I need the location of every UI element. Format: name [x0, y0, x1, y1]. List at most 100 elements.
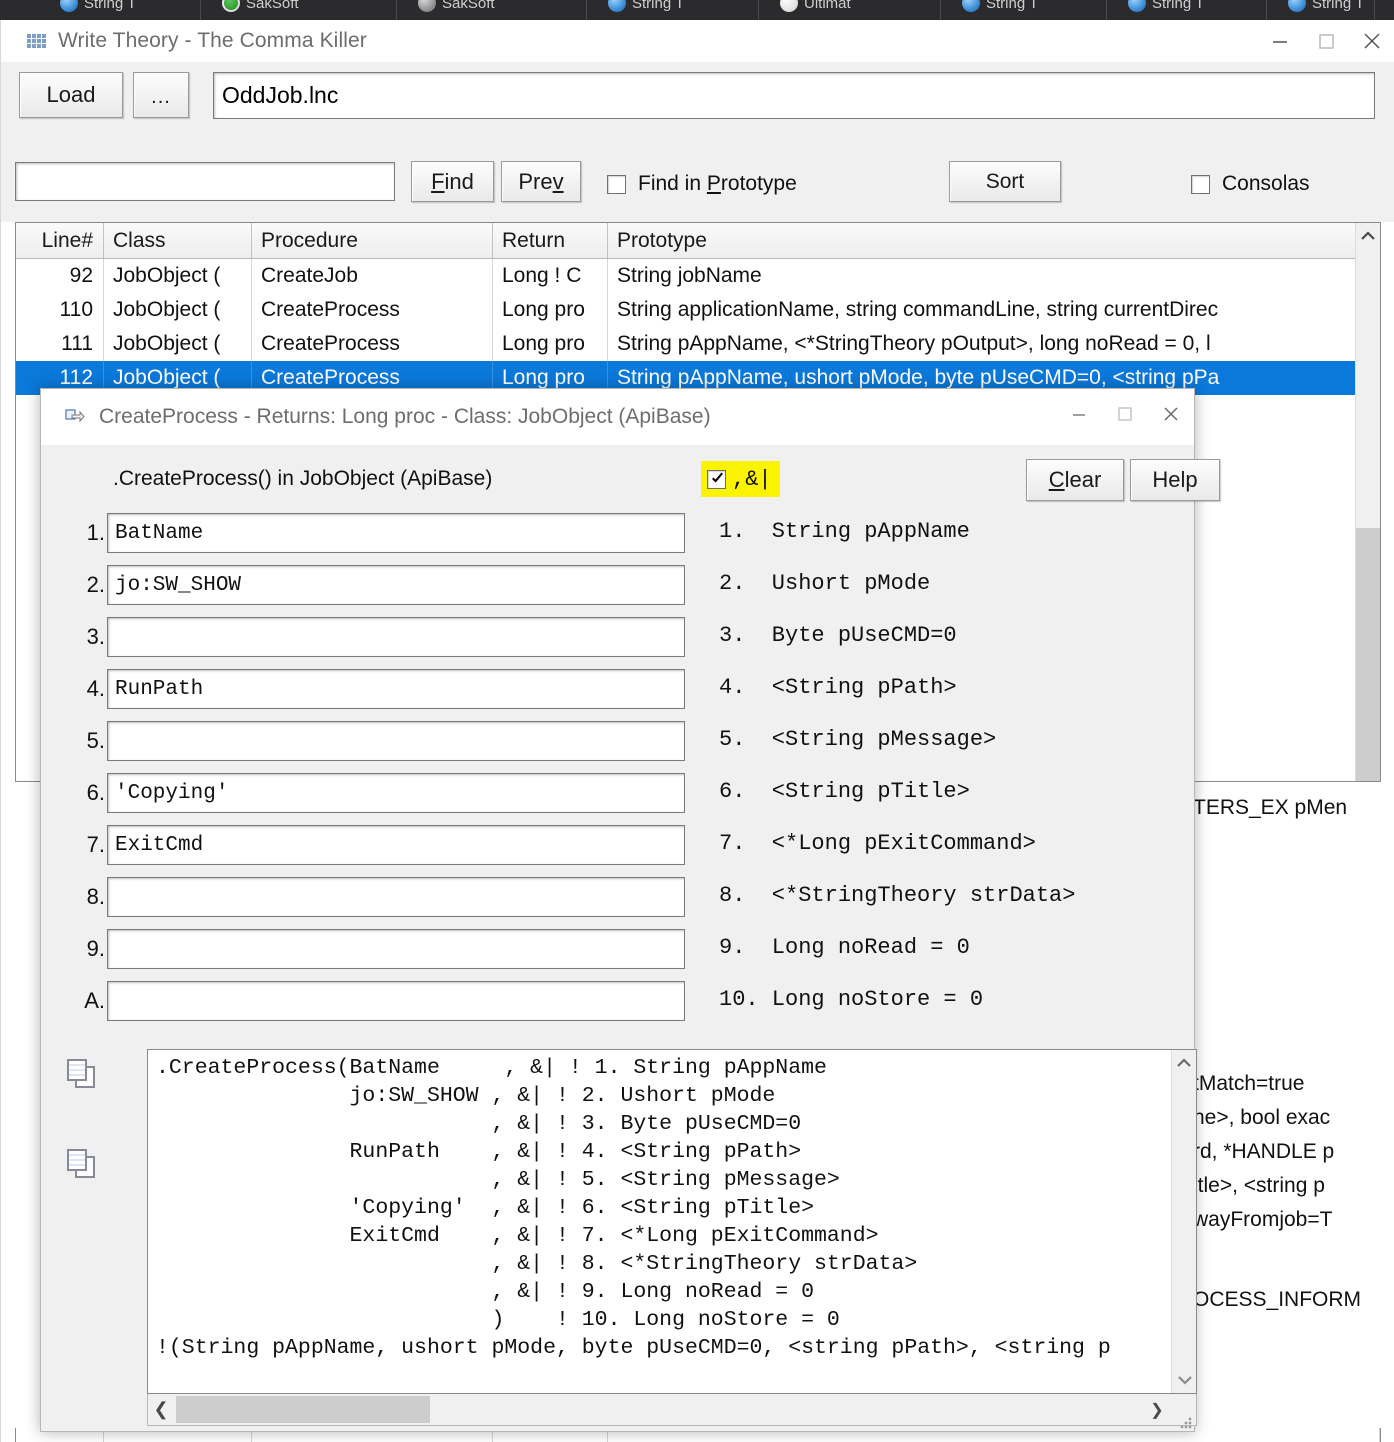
prev-button[interactable]: Prev: [501, 161, 581, 202]
taskbar-item-label: SakSoft: [442, 0, 495, 12]
cell-class: JobObject (: [104, 327, 252, 361]
clear-accel: C: [1048, 467, 1065, 492]
browse-button[interactable]: ...: [133, 72, 189, 118]
obscured-prototype-text: TERS_EX pMen: [1193, 796, 1348, 819]
resize-grip[interactable]: [1180, 1417, 1192, 1429]
parameter-row: 5. 5. <String pMessage>: [41, 719, 1196, 771]
find-label-rest: ind: [444, 168, 474, 194]
parameter-row: A. 10. Long noStore = 0: [41, 979, 1196, 1031]
parameter-value: BatName: [115, 521, 204, 545]
taskbar-divider: [940, 0, 941, 20]
consolas-checkbox[interactable]: Consolas: [1191, 172, 1310, 196]
output-horizontal-scrollbar[interactable]: ❮ ❯: [147, 1394, 1197, 1426]
parameter-value: jo:SW_SHOW: [115, 573, 242, 597]
find-in-prototype-checkbox[interactable]: Find in Prototype: [607, 172, 797, 196]
taskbar-item[interactable]: String T: [60, 0, 136, 18]
parameter-input-6[interactable]: 'Copying': [107, 773, 685, 813]
scroll-left-icon[interactable]: ❮: [148, 1399, 174, 1420]
cell-line: 111: [16, 327, 104, 361]
checkbox-box: [607, 174, 626, 194]
scrollbar-thumb[interactable]: [1356, 248, 1380, 528]
taskbar-item-label: String T: [986, 0, 1039, 12]
column-header-procedure[interactable]: Procedure: [252, 223, 493, 258]
parameter-row: 9. 9. Long noRead = 0: [41, 927, 1196, 979]
scrollbar-thumb[interactable]: [176, 1396, 430, 1423]
help-button[interactable]: Help: [1130, 459, 1220, 501]
find-accel: F: [431, 168, 445, 194]
generated-code-text: .CreateProcess(BatName , &| ! 1. String …: [156, 1056, 1111, 1360]
parameter-input-10[interactable]: [107, 981, 685, 1021]
column-header-prototype[interactable]: Prototype: [608, 223, 1380, 258]
taskbar-item[interactable]: Ultimat: [780, 0, 851, 18]
copy-icon[interactable]: [65, 1059, 99, 1089]
parameter-row: 7. ExitCmd 7. <*Long pExitCommand>: [41, 823, 1196, 875]
parameter-input-3[interactable]: [107, 617, 685, 657]
taskbar-divider: [1266, 0, 1267, 20]
separator-checkbox[interactable]: ,&|: [701, 461, 780, 497]
dialog-titlebar[interactable]: CreateProcess - Returns: Long proc - Cla…: [41, 389, 1194, 445]
taskbar-divider: [758, 0, 759, 20]
taskbar-item-label: Ultimat: [804, 0, 851, 12]
gray-orb-icon: [418, 0, 436, 12]
white-orb-icon: [780, 0, 798, 12]
parameter-input-9[interactable]: [107, 929, 685, 969]
close-icon[interactable]: [1349, 20, 1394, 62]
clear-button[interactable]: Clear: [1026, 459, 1124, 501]
generated-code-pane[interactable]: .CreateProcess(BatName , &| ! 1. String …: [147, 1049, 1197, 1394]
parameter-input-8[interactable]: [107, 877, 685, 917]
parameter-number: 3.: [86, 624, 105, 649]
taskbar-item[interactable]: String T: [1288, 0, 1364, 18]
grid-vertical-scrollbar[interactable]: [1355, 223, 1380, 781]
taskbar-item[interactable]: String T: [962, 0, 1038, 18]
scroll-up-icon[interactable]: [1172, 1050, 1196, 1075]
grid-header: Line# Class Procedure Return Prototype: [16, 223, 1380, 259]
minimize-icon[interactable]: [1056, 389, 1102, 439]
minimize-icon[interactable]: [1257, 20, 1303, 62]
main-window-titlebar[interactable]: Write Theory - The Comma Killer: [1, 20, 1394, 62]
scroll-down-icon[interactable]: [1172, 1367, 1196, 1393]
parameter-number: 2.: [86, 572, 105, 597]
taskbar-item[interactable]: String T: [608, 0, 684, 18]
taskbar-item[interactable]: String T: [1128, 0, 1204, 18]
parameter-input-7[interactable]: ExitCmd: [107, 825, 685, 865]
copy-icon[interactable]: [65, 1149, 99, 1179]
file-path-input[interactable]: OddJob.lnc: [213, 72, 1375, 119]
table-row[interactable]: 111 JobObject ( CreateProcess Long pro S…: [16, 327, 1380, 361]
page-title: Write Theory - The Comma Killer: [58, 29, 367, 52]
parameter-input-1[interactable]: BatName: [107, 513, 685, 553]
obscured-prototype-text: ne>, bool exac: [1193, 1106, 1331, 1129]
consolas-label: Consolas: [1222, 172, 1310, 195]
column-header-return[interactable]: Return: [493, 223, 608, 258]
checkbox-box: [707, 469, 726, 489]
table-row[interactable]: 110 JobObject ( CreateProcess Long pro S…: [16, 293, 1380, 327]
scrollbar-thumb[interactable]: [1172, 1075, 1196, 1325]
blue-orb-icon: [1288, 0, 1306, 12]
parameter-input-2[interactable]: jo:SW_SHOW: [107, 565, 685, 605]
file-toolbar: Load ... OddJob.lnc: [1, 62, 1394, 126]
cell-line: 110: [16, 293, 104, 327]
sort-button[interactable]: Sort: [949, 161, 1061, 202]
parameter-input-4[interactable]: RunPath: [107, 669, 685, 709]
scrollbar-track[interactable]: [1356, 528, 1380, 781]
maximize-icon[interactable]: [1303, 20, 1349, 62]
maximize-icon[interactable]: [1102, 389, 1148, 439]
find-button[interactable]: Find: [411, 161, 494, 202]
search-input[interactable]: [15, 162, 395, 201]
output-vertical-scrollbar[interactable]: [1171, 1050, 1196, 1393]
taskbar[interactable]: String T SakSoft SakSoft String T Ultima…: [0, 0, 1394, 20]
parameter-number: 8.: [86, 884, 105, 909]
taskbar-item[interactable]: SakSoft: [222, 0, 299, 18]
obscured-prototype-text: OCESS_INFORM: [1193, 1288, 1362, 1311]
table-row[interactable]: 92 JobObject ( CreateJob Long ! C String…: [16, 259, 1380, 293]
column-header-line[interactable]: Line#: [16, 223, 104, 258]
cell-return: Long ! C: [493, 259, 608, 293]
obscured-prototype-text: itle>, <string p: [1193, 1174, 1325, 1197]
taskbar-item[interactable]: SakSoft: [418, 0, 495, 18]
close-icon[interactable]: [1148, 389, 1194, 439]
scroll-up-icon[interactable]: [1356, 223, 1380, 248]
load-button[interactable]: Load: [19, 72, 123, 118]
parameter-number: 7.: [86, 832, 105, 857]
scroll-right-icon[interactable]: ❯: [1144, 1394, 1170, 1426]
column-header-class[interactable]: Class: [104, 223, 252, 258]
parameter-input-5[interactable]: [107, 721, 685, 761]
